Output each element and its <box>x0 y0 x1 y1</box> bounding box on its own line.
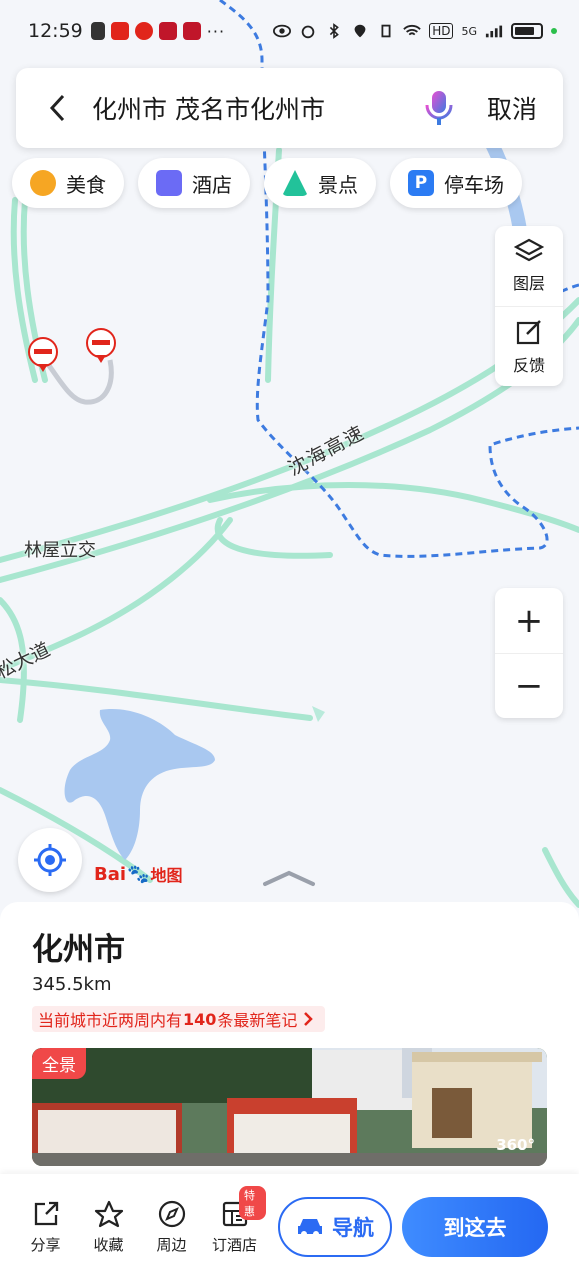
minus-icon: − <box>514 666 544 706</box>
layers-icon <box>514 238 544 262</box>
status-bar: 12:59 ··· HD 5G <box>0 0 579 62</box>
battery-icon <box>511 23 543 39</box>
chip-label: 美食 <box>66 172 106 197</box>
chip-label: 酒店 <box>192 172 232 197</box>
shield-icon <box>134 22 153 40</box>
hotel-deal-badge: 特惠 <box>239 1185 266 1220</box>
notification-icons <box>90 22 201 40</box>
hotel-icon <box>156 170 182 196</box>
alarm-icon <box>301 25 315 39</box>
panorama-preview[interactable]: 全景 360° <box>32 1048 547 1166</box>
wifi-icon <box>403 24 421 36</box>
baidu-map-logo: Bai 🐾 地图 <box>94 862 182 886</box>
chip-parking[interactable]: P 停车场 <box>390 158 522 208</box>
navigate-label: 导航 <box>332 1216 374 1240</box>
signal-icon <box>485 25 503 38</box>
network-type: 5G <box>461 24 477 38</box>
panorama-image <box>32 1048 547 1166</box>
more-notifications: ··· <box>206 21 226 41</box>
action-bar: 分享 收藏 周边 特惠 订酒店 导航 到这去 <box>0 1174 579 1280</box>
paw-icon: 🐾 <box>127 863 150 885</box>
layers-label: 图层 <box>512 274 545 293</box>
zoom-controls: + − <box>495 588 563 718</box>
microphone-icon <box>425 91 453 125</box>
nearby-button[interactable]: 周边 <box>140 1200 203 1255</box>
charging-dot <box>551 28 557 34</box>
notes-suffix: 条最新笔记 <box>217 1011 298 1030</box>
app-notification-icon <box>90 22 105 40</box>
feedback-label: 反馈 <box>512 355 545 375</box>
chevron-up-icon <box>263 870 315 886</box>
chip-label: 景点 <box>318 172 358 197</box>
go-here-button[interactable]: 到这去 <box>402 1197 548 1257</box>
logo-text: Bai <box>94 863 127 885</box>
edit-icon <box>516 319 541 344</box>
location-icon <box>354 24 366 38</box>
layers-button[interactable]: 图层 <box>495 226 563 306</box>
sheet-expand-handle[interactable] <box>262 868 316 892</box>
no-entry-pin <box>86 328 116 363</box>
chip-food[interactable]: 美食 <box>12 158 124 208</box>
status-time: 12:59 <box>28 20 83 42</box>
favorite-button[interactable]: 收藏 <box>77 1200 140 1255</box>
app-notification-icon <box>158 22 177 40</box>
system-icons: HD 5G <box>273 23 557 39</box>
eye-icon <box>273 24 292 38</box>
feedback-button[interactable]: 反馈 <box>495 306 563 386</box>
back-button[interactable] <box>16 68 100 148</box>
compass-icon <box>158 1200 185 1227</box>
zoom-out-button[interactable]: − <box>495 653 563 718</box>
chip-scenic[interactable]: 景点 <box>264 158 376 208</box>
map-marker <box>312 706 325 722</box>
chevron-right-icon <box>304 1012 314 1026</box>
app-notification-icon <box>182 22 201 40</box>
chip-label: 停车场 <box>444 172 504 197</box>
logo-text-map: 地图 <box>150 866 183 885</box>
navigate-button[interactable]: 导航 <box>278 1197 392 1257</box>
book-hotel-label: 订酒店 <box>211 1235 257 1254</box>
minor-road <box>42 358 114 405</box>
vibrate-icon <box>381 24 391 38</box>
star-icon <box>94 1200 123 1227</box>
locate-button[interactable] <box>18 828 82 892</box>
chip-hotel[interactable]: 酒店 <box>138 158 250 208</box>
map-tools: 图层 反馈 <box>495 226 563 386</box>
hd-icon: HD <box>429 23 454 39</box>
chevron-left-icon <box>49 94 65 122</box>
voice-search-button[interactable] <box>415 68 463 148</box>
scenic-icon <box>282 170 308 196</box>
notes-prefix: 当前城市近两周内有 <box>38 1011 183 1030</box>
cancel-button[interactable]: 取消 <box>463 90 563 126</box>
place-distance: 345.5km <box>32 974 112 995</box>
category-chips: 美食 酒店 景点 P 停车场 <box>12 158 522 208</box>
plus-icon: + <box>514 600 544 641</box>
share-button[interactable]: 分享 <box>14 1200 77 1255</box>
nearby-label: 周边 <box>156 1235 187 1254</box>
notes-count: 140 <box>183 1009 217 1029</box>
food-icon <box>30 170 56 196</box>
zoom-in-button[interactable]: + <box>495 588 563 653</box>
app-notification-icon <box>110 22 129 40</box>
bluetooth-icon <box>330 23 340 39</box>
parking-icon: P <box>408 170 434 196</box>
favorite-label: 收藏 <box>93 1235 124 1254</box>
search-bar: 化州市 茂名市化州市 取消 <box>16 68 563 148</box>
search-input[interactable]: 化州市 茂名市化州市 <box>92 90 415 126</box>
place-title: 化州市 <box>32 932 125 968</box>
car-icon <box>298 1219 322 1237</box>
notes-tag[interactable]: 当前城市近两周内有 140 条最新笔记 <box>32 1006 326 1032</box>
share-icon <box>34 1201 58 1225</box>
panorama-badge: 全景 <box>32 1048 86 1079</box>
view-360-icon[interactable]: 360° <box>496 1136 535 1154</box>
interchange-label: 林屋立交 <box>24 540 96 561</box>
crosshair-icon <box>34 844 66 876</box>
share-label: 分享 <box>30 1235 61 1254</box>
book-hotel-button[interactable]: 特惠 订酒店 <box>203 1185 266 1255</box>
